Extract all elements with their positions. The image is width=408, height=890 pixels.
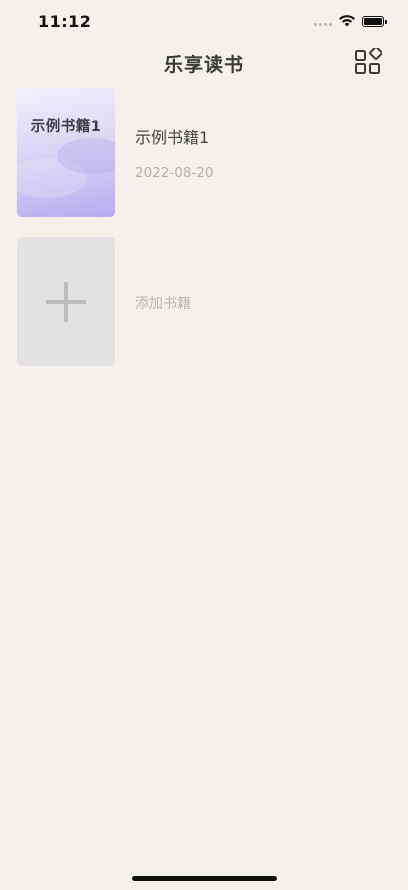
book-item[interactable]: 示例书籍1 示例书籍1 2022-08-20 <box>17 88 397 218</box>
wifi-icon <box>339 15 355 27</box>
navigation-bar: 乐享读书 <box>0 44 408 80</box>
grid-apps-icon <box>355 48 382 74</box>
add-book-item[interactable]: 添加书籍 <box>17 237 397 367</box>
add-book-label: 添加书籍 <box>135 296 191 312</box>
battery-icon <box>362 16 387 27</box>
page-title: 乐享读书 <box>163 54 244 76</box>
grid-view-button[interactable] <box>352 46 384 78</box>
book-date: 2022-08-20 <box>135 165 214 181</box>
add-book-button[interactable] <box>17 237 115 366</box>
book-cover[interactable]: 示例书籍1 <box>17 88 115 217</box>
plus-icon <box>46 281 86 322</box>
status-time: 11:12 <box>38 12 92 31</box>
home-indicator <box>132 876 277 881</box>
status-bar: 11:12 <box>0 0 408 44</box>
book-cover-title: 示例书籍1 <box>30 119 102 135</box>
book-title: 示例书籍1 <box>135 128 210 147</box>
cellular-signal-icon <box>314 23 332 26</box>
